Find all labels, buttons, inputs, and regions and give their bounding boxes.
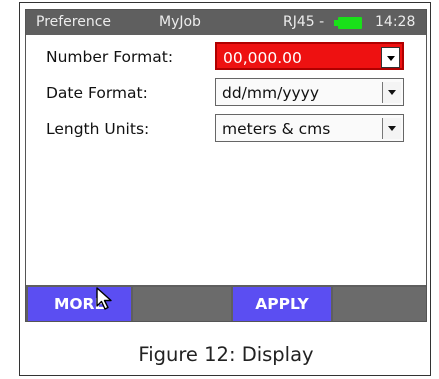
status-bar: Preference MyJob RJ45 - 14:28 bbox=[26, 10, 426, 35]
length-units-row: Length Units: meters & cms bbox=[26, 114, 426, 144]
number-format-row: Number Format: 00,000.00 bbox=[26, 42, 426, 72]
number-format-value: 00,000.00 bbox=[223, 49, 302, 67]
status-port: RJ45 - bbox=[283, 14, 325, 30]
status-job: MyJob bbox=[159, 14, 201, 30]
date-format-value: dd/mm/yyyy bbox=[222, 84, 320, 102]
device-screen: Preference MyJob RJ45 - 14:28 Number For… bbox=[25, 9, 427, 322]
date-format-row: Date Format: dd/mm/yyyy bbox=[26, 78, 426, 108]
date-format-label: Date Format: bbox=[46, 84, 148, 102]
apply-button[interactable]: APPLY bbox=[233, 287, 331, 321]
date-format-select[interactable]: dd/mm/yyyy bbox=[215, 78, 404, 106]
softkey-bar: MORE APPLY bbox=[26, 285, 426, 321]
status-preference: Preference bbox=[36, 14, 112, 30]
dropdown-arrow-icon[interactable] bbox=[381, 47, 400, 68]
mouse-pointer-icon bbox=[96, 287, 112, 310]
length-units-value: meters & cms bbox=[222, 120, 331, 138]
dropdown-arrow-icon[interactable] bbox=[382, 118, 401, 139]
length-units-label: Length Units: bbox=[46, 120, 150, 138]
figure-frame: Preference MyJob RJ45 - 14:28 Number For… bbox=[19, 2, 431, 376]
length-units-select[interactable]: meters & cms bbox=[215, 114, 404, 142]
dropdown-arrow-icon[interactable] bbox=[382, 82, 401, 103]
number-format-select[interactable]: 00,000.00 bbox=[215, 42, 404, 70]
figure-caption: Figure 12: Display bbox=[138, 343, 314, 366]
number-format-label: Number Format: bbox=[46, 48, 174, 66]
status-time: 14:28 bbox=[375, 14, 416, 30]
battery-icon bbox=[334, 17, 362, 29]
softkey-2-button[interactable] bbox=[133, 287, 231, 321]
softkey-4-button[interactable] bbox=[333, 287, 426, 321]
more-button[interactable]: MORE bbox=[28, 287, 131, 321]
